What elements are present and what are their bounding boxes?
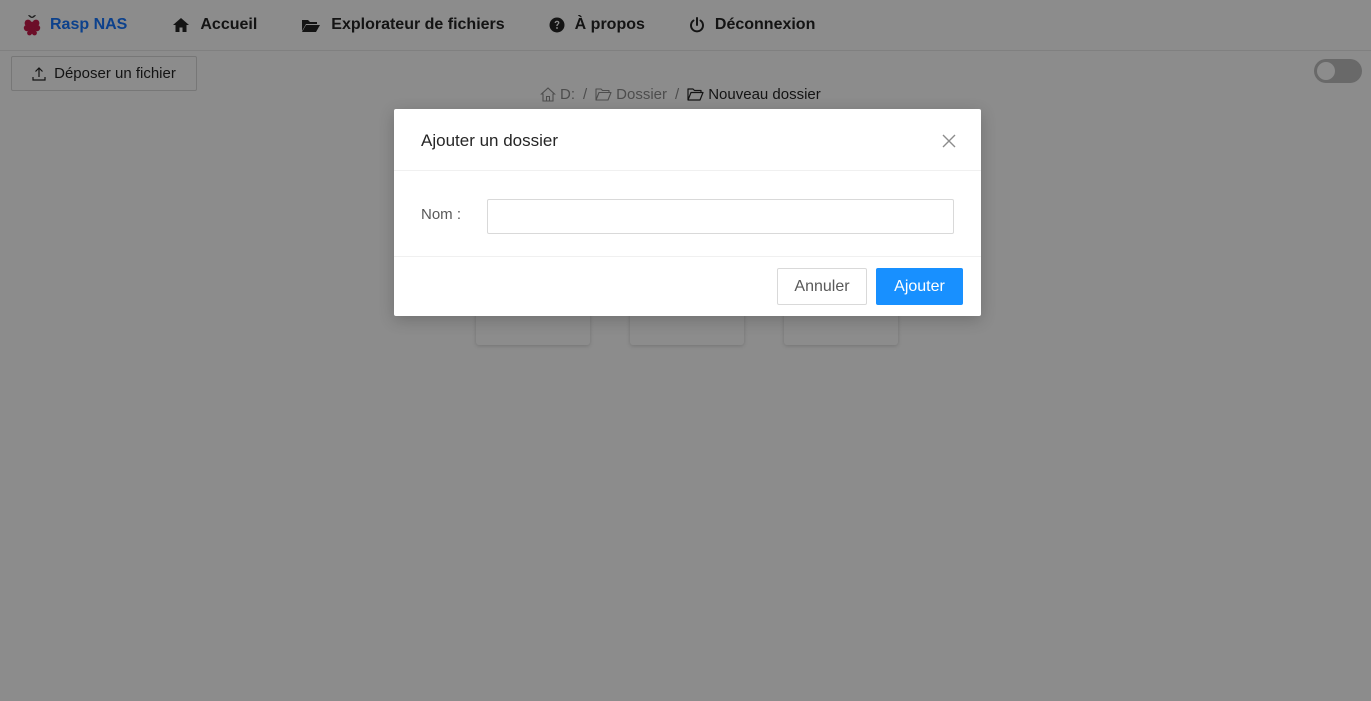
add-folder-modal: Ajouter un dossier Nom : Annuler Ajouter [394, 109, 981, 316]
modal-title: Ajouter un dossier [421, 131, 559, 150]
modal-overlay[interactable] [0, 0, 1371, 701]
add-button[interactable]: Ajouter [876, 268, 963, 305]
cancel-button[interactable]: Annuler [777, 268, 867, 305]
close-icon[interactable] [940, 132, 958, 150]
folder-name-input[interactable] [487, 199, 954, 234]
name-label: Nom : [421, 206, 462, 223]
